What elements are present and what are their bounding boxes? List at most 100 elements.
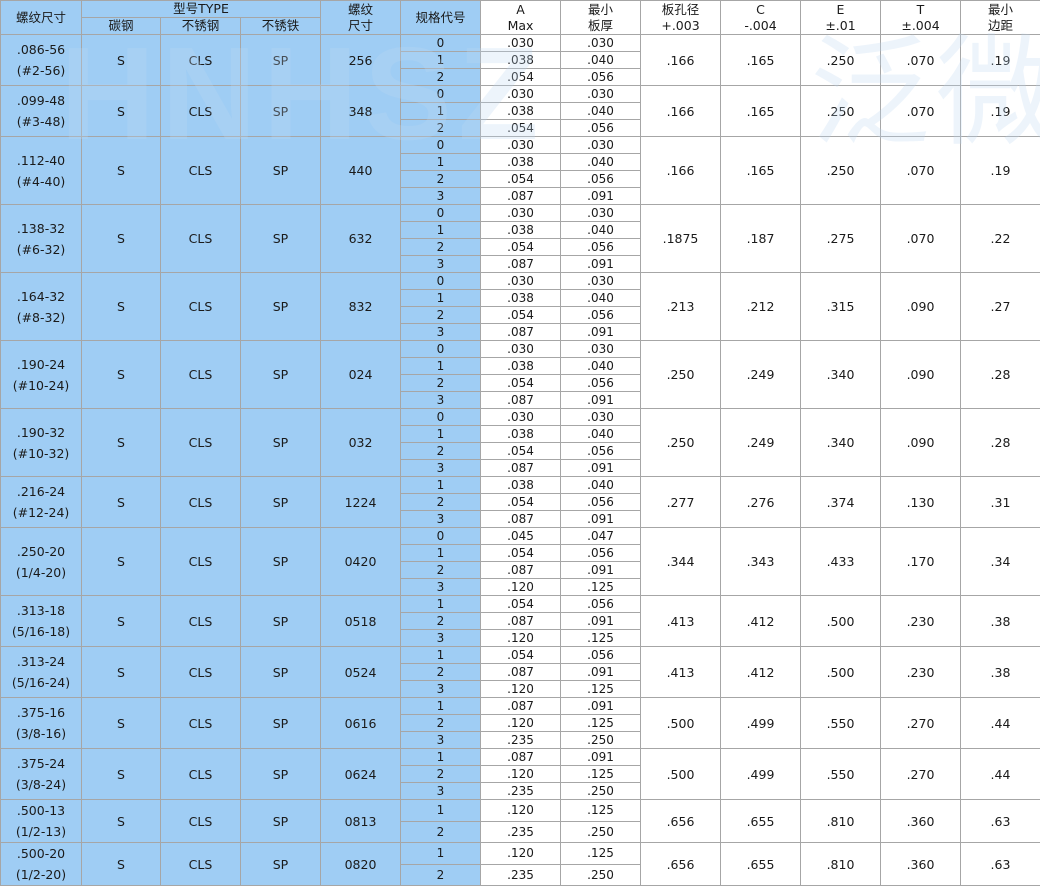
- min-thickness-cell: .091: [561, 664, 641, 681]
- thread-size-alt: (#4-40): [1, 171, 81, 192]
- thread-size-alt: (#10-24): [1, 375, 81, 396]
- thread-size-value: .164-32: [1, 286, 81, 307]
- header-thread-code-line1: 螺纹: [321, 2, 400, 18]
- a-max-cell: .030: [481, 409, 561, 426]
- hole-value-cell: .166: [641, 86, 721, 137]
- spec-code-cell: 2: [401, 120, 481, 137]
- type-carbon-cell: S: [82, 698, 161, 749]
- header-thread-size: 螺纹尺寸: [1, 1, 82, 35]
- min-thickness-cell: .125: [561, 579, 641, 596]
- spec-code-cell: 1: [401, 545, 481, 562]
- thread-size-alt: (#8-32): [1, 307, 81, 328]
- type-stainless-cell: CLS: [161, 647, 241, 698]
- spec-code-cell: 0: [401, 341, 481, 358]
- spec-code-cell: 0: [401, 528, 481, 545]
- min-thickness-cell: .056: [561, 375, 641, 392]
- type-stainless-cell: CLS: [161, 749, 241, 800]
- thread-size-alt: (5/16-18): [1, 621, 81, 642]
- spec-code-cell: 3: [401, 511, 481, 528]
- type-stainless-cell: CLS: [161, 843, 241, 886]
- a-max-cell: .030: [481, 86, 561, 103]
- edge-value-cell: .44: [961, 749, 1040, 800]
- header-t-line2: ±.004: [881, 18, 960, 34]
- a-max-cell: .120: [481, 681, 561, 698]
- type-stainless-iron-cell: SP: [241, 35, 321, 86]
- hole-value-cell: .1875: [641, 205, 721, 273]
- min-thickness-cell: .125: [561, 681, 641, 698]
- hole-value-cell: .166: [641, 137, 721, 205]
- type-stainless-cell: CLS: [161, 273, 241, 341]
- min-thickness-cell: .091: [561, 613, 641, 630]
- a-max-cell: .087: [481, 698, 561, 715]
- header-edge-line1: 最小: [961, 2, 1040, 18]
- header-edge-line2: 边距: [961, 18, 1040, 34]
- type-carbon-cell: S: [82, 749, 161, 800]
- header-e-line2: ±.01: [801, 18, 880, 34]
- type-stainless-iron-cell: SP: [241, 477, 321, 528]
- edge-value-cell: .28: [961, 341, 1040, 409]
- type-stainless-iron-cell: SP: [241, 528, 321, 596]
- hole-value-cell: .250: [641, 341, 721, 409]
- a-max-cell: .235: [481, 783, 561, 800]
- type-stainless-cell: CLS: [161, 205, 241, 273]
- a-max-cell: .087: [481, 613, 561, 630]
- e-value-cell: .250: [801, 137, 881, 205]
- edge-value-cell: .22: [961, 205, 1040, 273]
- spec-code-cell: 3: [401, 783, 481, 800]
- min-thickness-cell: .056: [561, 171, 641, 188]
- a-max-cell: .087: [481, 562, 561, 579]
- a-max-cell: .235: [481, 864, 561, 886]
- c-value-cell: .165: [721, 35, 801, 86]
- table-row: .500-20(1/2-20)SCLSSP08201.120.125.656.6…: [1, 843, 1040, 865]
- a-max-cell: .054: [481, 443, 561, 460]
- type-stainless-iron-cell: SP: [241, 749, 321, 800]
- spec-code-cell: 1: [401, 800, 481, 822]
- thread-size-value: .099-48: [1, 90, 81, 111]
- min-thickness-cell: .040: [561, 222, 641, 239]
- a-max-cell: .038: [481, 290, 561, 307]
- table-row: .138-32(#6-32)SCLSSP6320.030.030.1875.18…: [1, 205, 1040, 222]
- thread-size-cell: .164-32(#8-32): [1, 273, 82, 341]
- type-carbon-cell: S: [82, 647, 161, 698]
- t-value-cell: .360: [881, 843, 961, 886]
- min-thickness-cell: .040: [561, 426, 641, 443]
- type-stainless-cell: CLS: [161, 409, 241, 477]
- thread-code-cell: 0820: [321, 843, 401, 886]
- type-carbon-cell: S: [82, 409, 161, 477]
- header-min-line2: 板厚: [561, 18, 640, 34]
- header-a-max: A Max: [481, 1, 561, 35]
- type-stainless-iron-cell: SP: [241, 843, 321, 886]
- c-value-cell: .276: [721, 477, 801, 528]
- table-row: .313-24(5/16-24)SCLSSP05241.054.056.413.…: [1, 647, 1040, 664]
- thread-size-cell: .190-32(#10-32): [1, 409, 82, 477]
- e-value-cell: .550: [801, 698, 881, 749]
- a-max-cell: .030: [481, 137, 561, 154]
- thread-size-cell: .086-56(#2-56): [1, 35, 82, 86]
- type-carbon-cell: S: [82, 35, 161, 86]
- min-thickness-cell: .056: [561, 494, 641, 511]
- thread-size-alt: (1/2-20): [1, 864, 81, 885]
- type-stainless-iron-cell: SP: [241, 273, 321, 341]
- thread-code-cell: 348: [321, 86, 401, 137]
- a-max-cell: .120: [481, 630, 561, 647]
- t-value-cell: .270: [881, 749, 961, 800]
- a-max-cell: .120: [481, 800, 561, 822]
- thread-size-cell: .313-18(5/16-18): [1, 596, 82, 647]
- table-row: .164-32(#8-32)SCLSSP8320.030.030.213.212…: [1, 273, 1040, 290]
- min-thickness-cell: .030: [561, 409, 641, 426]
- spec-code-cell: 1: [401, 103, 481, 120]
- type-carbon-cell: S: [82, 137, 161, 205]
- min-thickness-cell: .091: [561, 749, 641, 766]
- type-carbon-cell: S: [82, 843, 161, 886]
- t-value-cell: .170: [881, 528, 961, 596]
- spec-code-cell: 1: [401, 596, 481, 613]
- thread-code-cell: 0420: [321, 528, 401, 596]
- min-thickness-cell: .047: [561, 528, 641, 545]
- c-value-cell: .249: [721, 341, 801, 409]
- type-carbon-cell: S: [82, 477, 161, 528]
- spec-code-cell: 1: [401, 477, 481, 494]
- spec-code-cell: 3: [401, 460, 481, 477]
- spec-code-cell: 2: [401, 239, 481, 256]
- table-row: .216-24(#12-24)SCLSSP12241.038.040.277.2…: [1, 477, 1040, 494]
- type-stainless-cell: CLS: [161, 698, 241, 749]
